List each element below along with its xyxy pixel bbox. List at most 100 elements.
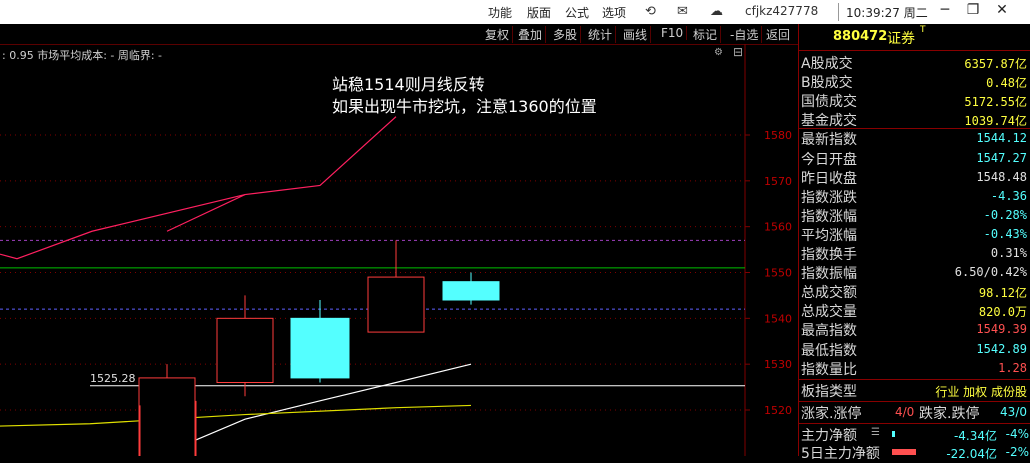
quote-label: 指数振幅 [801, 266, 857, 283]
quote-label: 指数量比 [801, 361, 857, 378]
index-name-sup: T [920, 25, 926, 35]
close-icon[interactable]: ✕ [991, 2, 1013, 18]
watchlist-button[interactable]: -自选 [727, 26, 763, 43]
quote-value: 0.48亿 [986, 76, 1027, 91]
quote-value: -4.36 [990, 188, 1027, 203]
quote-panel: 880472 证券 T A股成交 6357.87亿 B股成交 0.48亿国债成交 517… [798, 24, 1030, 462]
candle-body [442, 281, 500, 301]
quote-row: 国债成交 5172.55亿 [799, 91, 1030, 110]
quote-label: 今日开盘 [801, 151, 857, 168]
menu-function[interactable]: 功能 [488, 4, 512, 21]
list-icon[interactable]: ☰ [871, 427, 880, 438]
clock: 10:39:27 周二 [846, 6, 928, 20]
five-day-flow-row: 5日主力净额 -22.04亿 -2% [799, 443, 1030, 462]
support-level-label: 1525.28 [90, 371, 136, 385]
quote-row: A股成交 6357.87亿 [799, 53, 1030, 72]
quote-row: 指数振幅 6.50/0.42% [799, 263, 1030, 282]
quote-value: 0.31% [990, 246, 1027, 260]
quote-value: 6.50/0.42% [954, 265, 1027, 280]
quote-label: 最新指数 [801, 132, 857, 149]
y-tick-label: 1530 [764, 358, 792, 371]
quote-row: 基金成交 1039.74亿 [799, 110, 1030, 129]
candle-body [138, 377, 196, 456]
title-bar: 功能 版面 公式 选项 ⟲ ✉ ☁ cfjkz427778 10:39:27 周… [0, 0, 1030, 24]
quote-row: B股成交 0.48亿 [799, 72, 1030, 91]
quote-row: 今日开盘 1547.27 [799, 149, 1030, 168]
quote-label: 指数涨跌 [801, 189, 857, 206]
five-day-flow-bar [892, 449, 916, 455]
y-tick-label: 1570 [764, 175, 792, 188]
mail-icon[interactable]: ✉ [677, 4, 688, 19]
quote-row: 平均涨幅 -0.43% [799, 225, 1030, 244]
draw-line-button[interactable]: 画线 [620, 26, 652, 43]
restore-rights-button[interactable]: 复权 [482, 26, 514, 43]
five-day-flow-label: 5日主力净额 [801, 446, 880, 462]
quote-label: 最高指数 [801, 323, 857, 340]
board-type-value[interactable]: 行业 加权 成份股 [935, 383, 1027, 400]
breadth-row: 涨家.涨停 4/0 跌家.跌停 43/0 [799, 403, 1030, 422]
quote-value: 1.28 [998, 360, 1027, 375]
y-tick-label: 1520 [764, 404, 792, 417]
collapse-icon[interactable]: ⊟ [733, 45, 743, 59]
board-type-label: 板指类型 [801, 384, 857, 400]
kline-chart[interactable]: 1520 1530 1540 1550 1560 1570 1580 : 0.95 市场平均… [0, 44, 798, 456]
quote-row: 总成交额 98.12亿 [799, 282, 1030, 301]
candle-body [367, 276, 425, 333]
quote-value: 1547.27 [976, 150, 1027, 165]
minimize-icon[interactable]: ─ [934, 2, 956, 18]
quote-value: 1039.74亿 [964, 114, 1027, 129]
mark-button[interactable]: 标记 [690, 26, 722, 43]
menu-formula[interactable]: 公式 [565, 4, 589, 21]
down-count-value: 43/0 [1000, 405, 1027, 419]
quote-label: 总成交额 [801, 285, 857, 302]
main-flow-row: 主力净额 ☰ -4.34亿 -4% [799, 425, 1030, 444]
quote-value: 1544.12 [976, 131, 1027, 146]
maximize-icon[interactable]: ❐ [962, 2, 984, 18]
five-day-flow-pct: -2% [1005, 445, 1029, 459]
quote-label: A股成交 [801, 56, 853, 72]
stats-button[interactable]: 统计 [585, 26, 617, 43]
quote-value: -0.43% [983, 226, 1027, 241]
candle-body [290, 317, 350, 379]
quote-value: 1548.48 [976, 169, 1027, 184]
user-id: cfjkz427778 [745, 4, 819, 18]
y-tick-label: 1550 [764, 267, 792, 280]
main-flow-value: -4.34亿 [953, 429, 997, 443]
quote-label: B股成交 [801, 75, 853, 92]
panel-header: 880472 证券 T [799, 24, 1030, 51]
indicator-legend: : 0.95 市场平均成本: - 周临界: - [2, 49, 163, 62]
candle-body [216, 317, 274, 384]
quote-value: 820.0万 [978, 305, 1027, 320]
quote-row: 指数涨幅 -0.28% [799, 206, 1030, 225]
overlay-button[interactable]: 叠加 [515, 26, 547, 43]
quote-value: 1549.39 [976, 322, 1027, 337]
cloud-icon[interactable]: ☁ [710, 4, 723, 19]
five-day-flow-value: -22.04亿 [946, 447, 997, 461]
quote-value: 98.12亿 [978, 286, 1027, 301]
up-count-value: 4/0 [895, 405, 915, 419]
y-tick-label: 1540 [764, 312, 792, 325]
quote-row: 最高指数 1549.39 [799, 320, 1030, 339]
quote-value: 5172.55亿 [964, 95, 1027, 110]
quote-label: 基金成交 [801, 113, 857, 130]
quote-row: 指数量比 1.28 [799, 359, 1030, 378]
f10-button[interactable]: F10 [658, 26, 688, 40]
multi-stock-button[interactable]: 多股 [550, 26, 582, 43]
annotation-line-2: 如果出现牛市挖坑，注意1360的位置 [332, 97, 597, 116]
ma-red-line-left [0, 193, 246, 260]
refresh-icon[interactable]: ⟲ [645, 4, 656, 19]
quote-row: 昨日收盘 1548.48 [799, 168, 1030, 187]
index-name: 证券 [887, 31, 915, 47]
settings-icon[interactable]: ⚙ [714, 47, 723, 58]
quote-row: 总成交量 820.0万 [799, 301, 1030, 320]
chart-toolbar: 复权 叠加 多股 统计 画线 F10 标记 -自选 返回 [0, 24, 798, 45]
back-button[interactable]: 返回 [763, 26, 793, 43]
quote-row: 指数换手 0.31% [799, 244, 1030, 263]
y-tick-label: 1560 [764, 221, 792, 234]
menu-layout[interactable]: 版面 [527, 4, 551, 21]
quote-value: 1542.89 [976, 341, 1027, 356]
quote-row: 指数涨跌 -4.36 [799, 187, 1030, 206]
main-flow-bar [892, 431, 895, 437]
menu-options[interactable]: 选项 [602, 4, 626, 21]
quote-label: 国债成交 [801, 94, 857, 111]
